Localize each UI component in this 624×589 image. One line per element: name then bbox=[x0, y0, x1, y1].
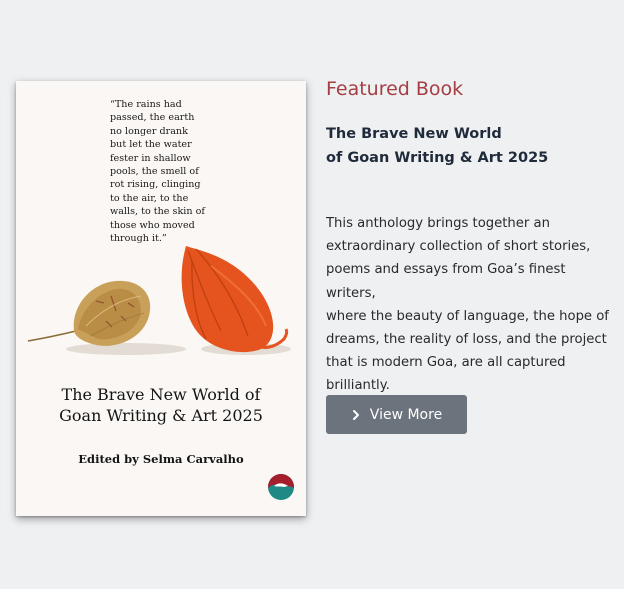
chevron-right-icon bbox=[352, 409, 359, 420]
publisher-bird-logo-icon bbox=[268, 474, 294, 500]
view-more-label: View More bbox=[369, 406, 443, 423]
book-title[interactable]: The Brave New World of Goan Writing & Ar… bbox=[326, 122, 548, 170]
book-cover-image[interactable]: “The rains had passed, the earth no long… bbox=[16, 81, 306, 516]
cover-editor-credit: Edited by Selma Carvalho bbox=[78, 452, 244, 466]
orange-husk-illustration bbox=[181, 246, 289, 353]
book-description: This anthology brings together an extrao… bbox=[326, 216, 609, 394]
view-more-button[interactable]: View More bbox=[326, 395, 467, 434]
cover-quote: “The rains had passed, the earth no long… bbox=[110, 99, 205, 245]
section-heading: Featured Book bbox=[326, 78, 464, 100]
cover-title: The Brave New World of Goan Writing & Ar… bbox=[59, 385, 263, 425]
dried-husk-illustration bbox=[27, 280, 151, 346]
cover-physalis-illustration bbox=[27, 246, 291, 355]
